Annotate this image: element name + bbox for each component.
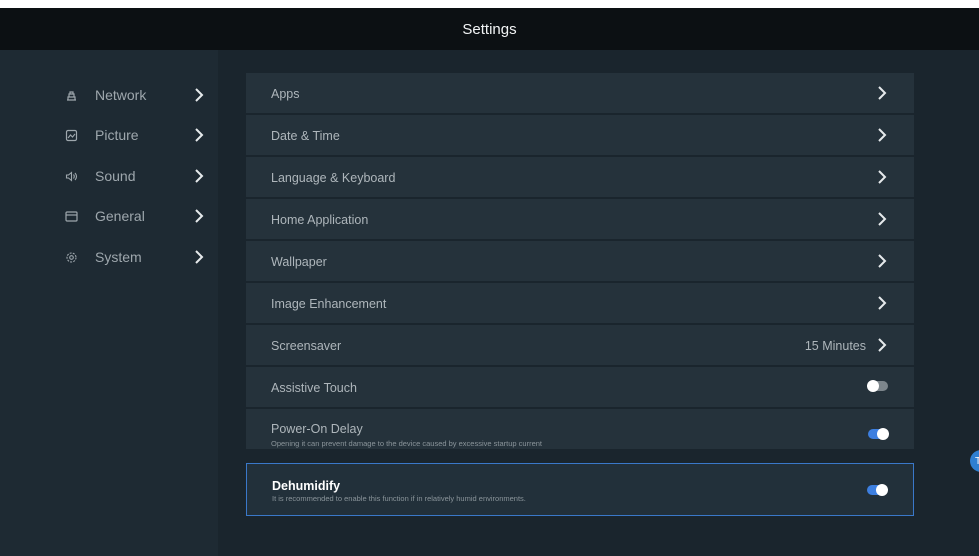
chevron-right-icon: [878, 128, 887, 142]
row-description: It is recommended to enable this functio…: [272, 494, 526, 503]
image-enhancement-row[interactable]: Image Enhancement: [246, 283, 914, 323]
date-time-row[interactable]: Date & Time: [246, 115, 914, 155]
sidebar-item-picture[interactable]: Picture: [50, 121, 215, 149]
sidebar-item-network[interactable]: Network: [50, 81, 215, 109]
row-label: Power-On Delay: [271, 422, 363, 436]
chevron-right-icon: [878, 86, 887, 100]
language-keyboard-row[interactable]: Language & Keyboard: [246, 157, 914, 197]
floating-assist-icon: T: [975, 455, 979, 467]
sidebar-item-label: General: [95, 208, 145, 224]
screensaver-row[interactable]: Screensaver 15 Minutes: [246, 325, 914, 365]
chevron-right-icon: [195, 169, 204, 183]
chevron-right-icon: [195, 209, 204, 223]
assistive-touch-toggle[interactable]: [867, 380, 888, 392]
sidebar-item-label: Picture: [95, 127, 139, 143]
row-label: Assistive Touch: [271, 381, 357, 395]
row-label: Home Application: [271, 213, 369, 227]
sidebar: Network Picture Sound General System: [0, 50, 218, 556]
sidebar-item-label: Network: [95, 87, 147, 103]
chevron-right-icon: [878, 296, 887, 310]
sidebar-item-system[interactable]: System: [50, 243, 215, 271]
sidebar-item-label: System: [95, 249, 142, 265]
sidebar-item-sound[interactable]: Sound: [50, 162, 215, 190]
top-bar: Settings: [0, 8, 979, 50]
apps-row[interactable]: Apps: [246, 73, 914, 113]
chevron-right-icon: [878, 254, 887, 268]
chevron-right-icon: [878, 212, 887, 226]
page-title: Settings: [462, 20, 517, 38]
sidebar-item-label: Sound: [95, 168, 136, 184]
row-label: Date & Time: [271, 129, 340, 143]
power-on-delay-row[interactable]: Power-On Delay Opening it can prevent da…: [246, 409, 914, 449]
dehumidify-toggle[interactable]: [867, 484, 888, 496]
chevron-right-icon: [878, 338, 887, 352]
wallpaper-row[interactable]: Wallpaper: [246, 241, 914, 281]
toggle-knob: [867, 380, 879, 392]
picture-icon: [63, 127, 79, 143]
row-label: Image Enhancement: [271, 297, 387, 311]
chevron-right-icon: [195, 250, 204, 264]
general-icon: [63, 208, 79, 224]
toggle-knob: [876, 484, 888, 496]
chevron-right-icon: [195, 88, 204, 102]
screensaver-value: 15 Minutes: [804, 339, 866, 353]
row-description: Opening it can prevent damage to the dev…: [271, 439, 542, 448]
dehumidify-row[interactable]: Dehumidify It is recommended to enable t…: [246, 463, 914, 516]
row-label: Screensaver: [271, 339, 342, 353]
chevron-right-icon: [195, 128, 204, 142]
system-icon: [63, 249, 79, 265]
row-label: Wallpaper: [271, 255, 327, 269]
power-on-delay-toggle[interactable]: [868, 428, 889, 440]
row-label: Language & Keyboard: [271, 171, 396, 185]
row-label: Apps: [271, 87, 300, 101]
assistive-touch-row[interactable]: Assistive Touch: [246, 367, 914, 407]
home-application-row[interactable]: Home Application: [246, 199, 914, 239]
sound-icon: [63, 168, 79, 184]
chevron-right-icon: [878, 170, 887, 184]
sidebar-item-general[interactable]: General: [50, 202, 215, 230]
toggle-knob: [877, 428, 889, 440]
row-label: Dehumidify: [272, 479, 341, 493]
network-icon: [63, 87, 79, 103]
